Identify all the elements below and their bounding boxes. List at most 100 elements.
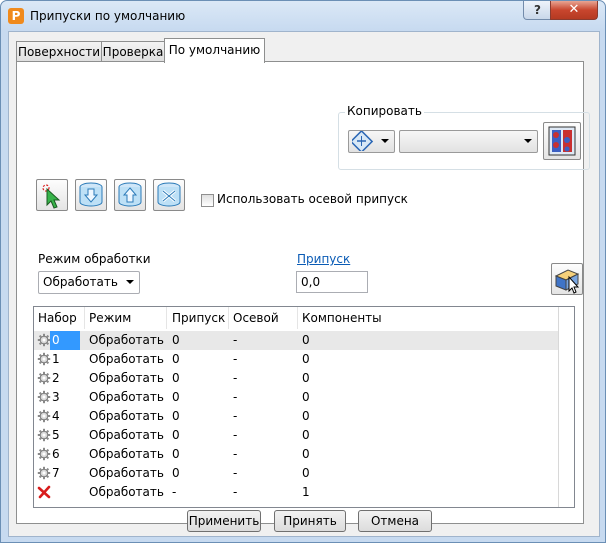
apply-button[interactable]: Применить (187, 510, 261, 532)
row-set: 5 (52, 428, 60, 442)
row-components: 0 (302, 333, 310, 347)
box-pointer-icon (554, 269, 580, 294)
copy-source-dropdown[interactable] (399, 130, 538, 153)
row-components: 0 (302, 409, 310, 423)
surface-layer-icon (352, 131, 374, 151)
column-header-components[interactable]: Компоненты (298, 307, 557, 329)
allowance-table: Набор Режим Припуск Осевой Компоненты 0О… (33, 306, 575, 508)
accept-button[interactable]: Принять (274, 510, 346, 532)
column-header-set[interactable]: Набор (34, 307, 85, 329)
select-arrow-icon (42, 184, 61, 209)
row-mode: Обработать (89, 333, 164, 347)
table-row[interactable]: 4 Обработать 0 - 0 (34, 407, 558, 426)
row-mode: Обработать (89, 447, 164, 461)
row-set: 3 (52, 390, 60, 404)
row-components: 0 (302, 447, 310, 461)
gear-icon (37, 409, 51, 423)
column-header-axial[interactable]: Осевой (229, 307, 298, 329)
cylinder-down-icon (79, 182, 103, 207)
close-button[interactable]: ✕ (550, 1, 598, 20)
row-components: 0 (302, 371, 310, 385)
tab-surfaces[interactable]: Поверхности (16, 41, 102, 62)
chevron-down-icon (524, 139, 532, 143)
row-components: 0 (302, 428, 310, 442)
copy-mode-dropdown[interactable] (348, 130, 395, 153)
row-mode: Обработать (89, 409, 164, 423)
table-row[interactable]: 0 Обработать 0 - 0 (34, 331, 558, 350)
table-row[interactable]: 5 Обработать 0 - 0 (34, 426, 558, 445)
tab-default[interactable]: По умолчанию (164, 38, 265, 63)
row-components: 0 (302, 352, 310, 366)
use-axial-allowance-checkbox[interactable] (201, 194, 214, 207)
row-allowance: 0 (172, 428, 180, 442)
row-set: 2 (52, 371, 60, 385)
window-title: Припуски по умолчанию (30, 9, 186, 23)
copy-surfaces-icon (548, 126, 576, 156)
gear-icon (37, 466, 51, 480)
row-axial: - (233, 352, 238, 366)
gear-icon (37, 390, 51, 404)
cylinder-up-icon (118, 182, 142, 207)
row-allowance: 0 (172, 371, 180, 385)
title-bar[interactable]: P Припуски по умолчанию ? ✕ (1, 1, 605, 31)
table-row[interactable]: 6 Обработать 0 - 0 (34, 445, 558, 464)
row-set: 7 (52, 466, 60, 480)
row-allowance: 0 (172, 466, 180, 480)
column-header-allowance[interactable]: Припуск (168, 307, 229, 329)
row-axial: - (233, 447, 238, 461)
mode-label: Режим обработки (38, 252, 151, 266)
row-components: 0 (302, 466, 310, 480)
row-mode: Обработать (89, 485, 164, 499)
dialog-client: Поверхности Проверка По умолчанию Копиро… (8, 31, 600, 537)
gear-icon (37, 371, 51, 385)
table-row[interactable]: 3 Обработать 0 - 0 (34, 388, 558, 407)
gear-icon (37, 447, 51, 461)
move-down-button[interactable] (75, 179, 107, 211)
tab-check[interactable]: Проверка (101, 41, 165, 62)
row-mode: Обработать (89, 428, 164, 442)
tools-button[interactable] (153, 179, 185, 211)
allowance-link[interactable]: Припуск (297, 252, 350, 266)
red-x-icon (37, 485, 51, 499)
row-axial: - (233, 333, 238, 347)
chevron-down-icon (381, 139, 389, 143)
table-row[interactable]: 7 Обработать 0 - 0 (34, 464, 558, 483)
component-select-button[interactable] (551, 263, 583, 295)
app-logo-icon: P (8, 8, 24, 24)
gear-icon (37, 428, 51, 442)
mode-dropdown[interactable]: Обработать (38, 271, 140, 294)
gear-icon (37, 333, 51, 347)
chevron-down-icon (126, 280, 134, 284)
row-components: 1 (302, 485, 310, 499)
select-button[interactable] (36, 179, 68, 211)
row-axial: - (233, 485, 238, 499)
tab-panel: Копировать Использовать осевой припуск Р… (16, 61, 590, 524)
row-allowance: 0 (172, 409, 180, 423)
mode-value: Обработать (43, 275, 118, 289)
table-row[interactable]: 1 Обработать 0 - 0 (34, 350, 558, 369)
row-axial: - (233, 390, 238, 404)
use-axial-allowance-label: Использовать осевой припуск (217, 192, 408, 206)
row-set: 0 (50, 331, 80, 350)
move-up-button[interactable] (114, 179, 146, 211)
cylinder-tools-icon (157, 182, 181, 207)
row-axial: - (233, 428, 238, 442)
row-mode: Обработать (89, 371, 164, 385)
allowance-input[interactable]: 0,0 (296, 271, 368, 293)
table-row[interactable]: Обработать - -1 (34, 483, 558, 502)
row-mode: Обработать (89, 390, 164, 404)
row-components: 0 (302, 390, 310, 404)
row-axial: - (233, 371, 238, 385)
row-mode: Обработать (89, 466, 164, 480)
copy-apply-button[interactable] (543, 122, 581, 160)
row-allowance: 0 (172, 447, 180, 461)
column-header-mode[interactable]: Режим (85, 307, 167, 329)
table-row[interactable]: 2 Обработать 0 - 0 (34, 369, 558, 388)
row-allowance: 0 (172, 352, 180, 366)
copy-group-label: Копировать (345, 104, 424, 118)
cancel-button[interactable]: Отмена (358, 510, 432, 532)
help-button[interactable]: ? (523, 1, 552, 20)
table-scroll-edge (558, 307, 559, 507)
gear-icon (37, 352, 51, 366)
row-allowance: 0 (172, 333, 180, 347)
